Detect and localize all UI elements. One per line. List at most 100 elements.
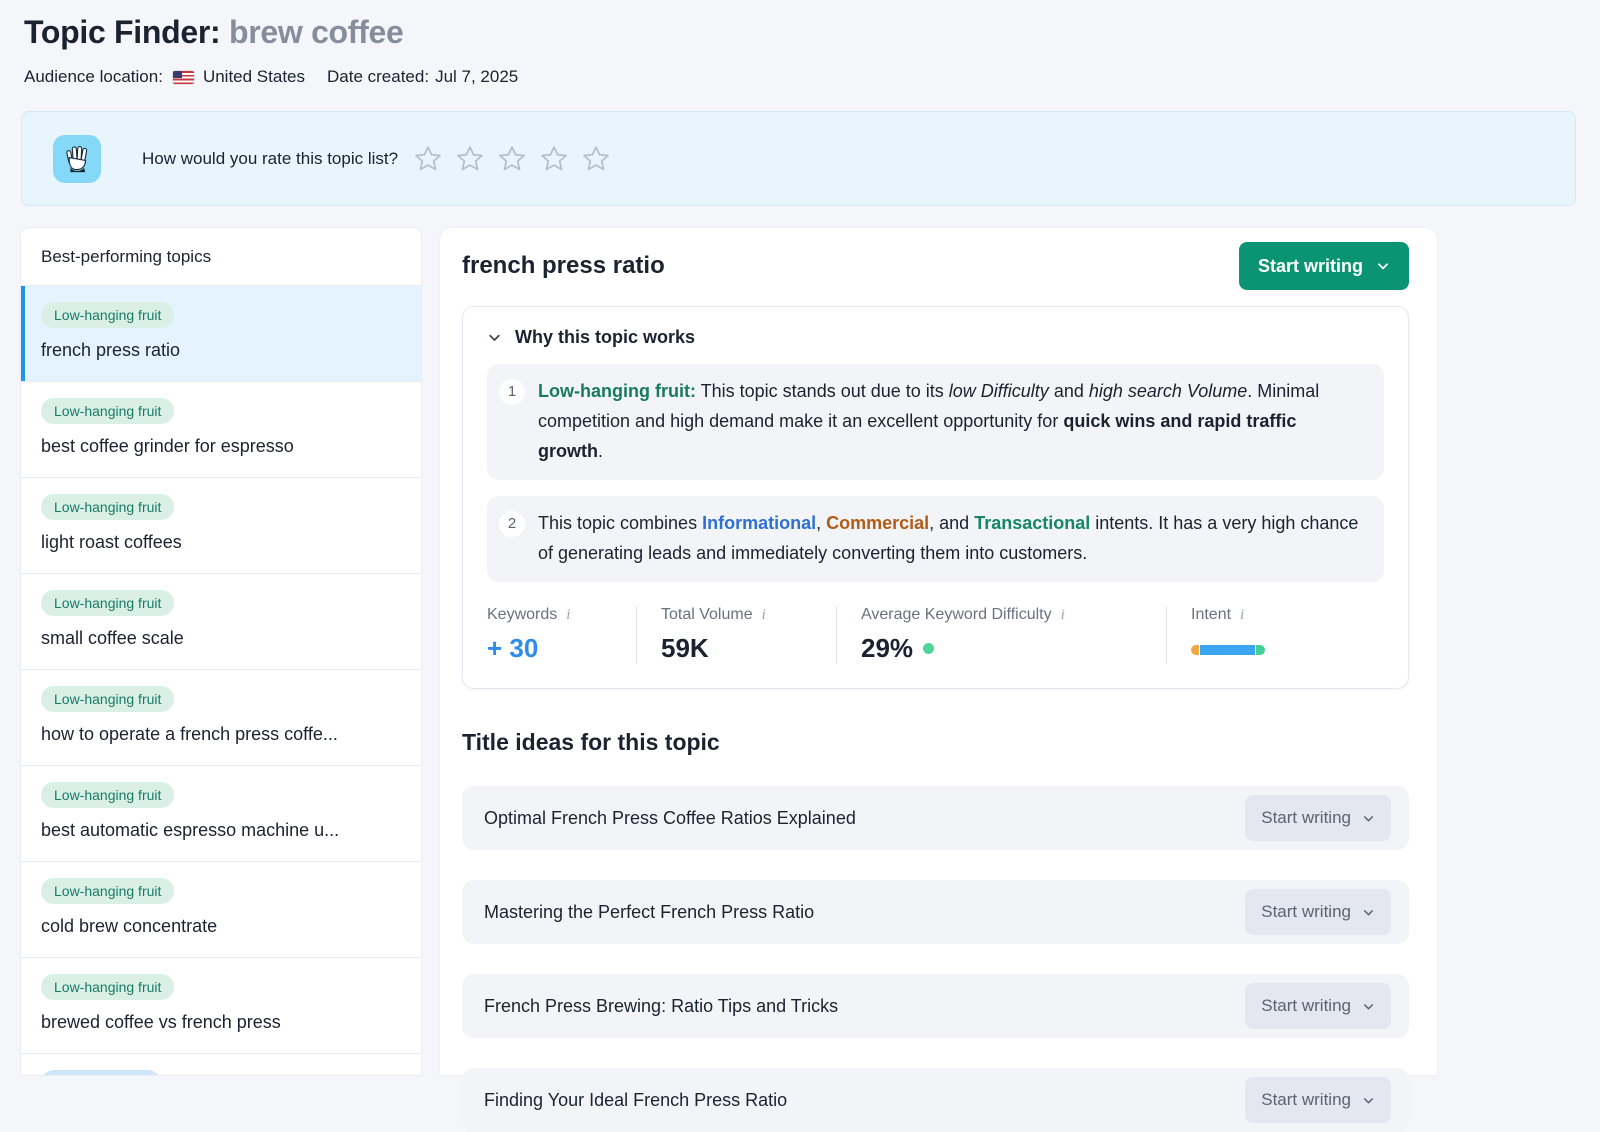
metric-keywords: Keywordsi + 30	[487, 606, 637, 664]
star-icon-1[interactable]	[413, 144, 443, 174]
sidebar-item-best-coffee-grinder[interactable]: Low-hanging fruit best coffee grinder fo…	[21, 382, 421, 478]
start-writing-idea-button[interactable]: Start writing	[1245, 889, 1391, 935]
info-icon[interactable]: i	[762, 607, 766, 624]
sidebar-item-brewed-coffee-vs-french-press[interactable]: Low-hanging fruit brewed coffee vs frenc…	[21, 958, 421, 1054]
low-hanging-fruit-badge: Low-hanging fruit	[41, 878, 174, 904]
chevron-down-icon	[1362, 812, 1375, 825]
low-hanging-fruit-badge: Low-hanging fruit	[41, 494, 174, 520]
chevron-down-icon	[1362, 1094, 1375, 1107]
partial-badge	[41, 1070, 161, 1075]
best-performing-topics-panel: Best-performing topics Low-hanging fruit…	[21, 228, 421, 1075]
title-idea-text: Mastering the Perfect French Press Ratio	[484, 902, 814, 923]
star-icon-2[interactable]	[455, 144, 485, 174]
total-volume-label: Total Volume	[661, 606, 753, 624]
point-text: This topic combines Informational, Comme…	[538, 508, 1366, 568]
start-writing-idea-button[interactable]: Start writing	[1245, 795, 1391, 841]
metric-total-volume: Total Volume i 59K	[637, 606, 837, 664]
title-idea-row: Mastering the Perfect French Press Ratio…	[462, 880, 1409, 944]
sidebar-item-best-automatic-espresso-machine[interactable]: Low-hanging fruit best automatic espress…	[21, 766, 421, 862]
difficulty-value-row: 29%	[861, 633, 1142, 664]
title-idea-row: Finding Your Ideal French Press Ratio St…	[462, 1068, 1409, 1132]
low-hanging-fruit-badge: Low-hanging fruit	[41, 686, 174, 712]
header-meta: Audience location: United States Date cr…	[24, 67, 1576, 87]
why-topic-works-header[interactable]: Why this topic works	[487, 327, 1384, 348]
title-idea-row: French Press Brewing: Ratio Tips and Tri…	[462, 974, 1409, 1038]
collapse-chevron-icon	[487, 330, 502, 345]
why-topic-works-title: Why this topic works	[515, 327, 695, 348]
low-hanging-fruit-badge: Low-hanging fruit	[41, 590, 174, 616]
topic-metrics: Keywordsi + 30 Total Volumei 59K Average…	[487, 606, 1384, 664]
point-number: 2	[499, 511, 525, 537]
difficulty-label: Average Keyword Difficulty	[861, 606, 1052, 624]
keywords-label: Keywords	[487, 606, 557, 624]
low-hanging-fruit-badge: Low-hanging fruit	[41, 974, 174, 1000]
sidebar-item-label: best coffee grinder for espresso	[41, 436, 401, 457]
low-hanging-fruit-badge: Low-hanging fruit	[41, 782, 174, 808]
rating-question: How would you rate this topic list?	[142, 149, 398, 169]
start-writing-button[interactable]: Start writing	[1239, 242, 1409, 290]
difficulty-value: 29%	[861, 633, 913, 664]
sidebar-item-how-to-operate-french-press[interactable]: Low-hanging fruit how to operate a frenc…	[21, 670, 421, 766]
start-writing-label: Start writing	[1261, 902, 1351, 922]
intent-segment-commercial	[1191, 645, 1199, 655]
info-icon[interactable]: i	[1240, 607, 1244, 624]
audience-location-value: United States	[203, 67, 305, 87]
date-created: Date created: Jul 7, 2025	[327, 67, 518, 87]
us-flag-icon	[173, 71, 194, 84]
metric-intent: Intenti	[1167, 606, 1265, 664]
topic-detail-header: french press ratio Start writing	[462, 242, 1409, 290]
info-icon[interactable]: i	[566, 607, 570, 624]
sidebar-title: Best-performing topics	[21, 228, 421, 286]
intent-label: Intent	[1191, 606, 1231, 624]
page-title-query: brew coffee	[229, 14, 404, 50]
sidebar-item-cold-brew-concentrate[interactable]: Low-hanging fruit cold brew concentrate	[21, 862, 421, 958]
start-writing-label: Start writing	[1261, 1090, 1351, 1110]
sidebar-item-light-roast-coffees[interactable]: Low-hanging fruit light roast coffees	[21, 478, 421, 574]
why-point-2: 2 This topic combines Informational, Com…	[487, 496, 1384, 582]
intent-segment-transactional	[1256, 645, 1265, 655]
point-number: 1	[499, 379, 525, 405]
title-idea-text: French Press Brewing: Ratio Tips and Tri…	[484, 996, 838, 1017]
sidebar-item-label: french press ratio	[41, 340, 401, 361]
content-area: Best-performing topics Low-hanging fruit…	[21, 228, 1600, 1075]
start-writing-label: Start writing	[1261, 808, 1351, 828]
rating-stars	[413, 144, 611, 174]
total-volume-value: 59K	[661, 633, 812, 664]
rating-banner: How would you rate this topic list?	[21, 111, 1576, 206]
chevron-down-icon	[1362, 1000, 1375, 1013]
title-ideas-heading: Title ideas for this topic	[462, 729, 1409, 756]
metric-keyword-difficulty: Average Keyword Difficulty i 29%	[837, 606, 1167, 664]
sidebar-item-partial[interactable]	[21, 1054, 421, 1075]
difficulty-level-dot	[923, 643, 934, 654]
sidebar-item-label: brewed coffee vs french press	[41, 1012, 401, 1033]
chevron-down-icon	[1376, 259, 1390, 273]
low-hanging-fruit-badge: Low-hanging fruit	[41, 302, 174, 328]
star-icon-5[interactable]	[581, 144, 611, 174]
title-idea-row: Optimal French Press Coffee Ratios Expla…	[462, 786, 1409, 850]
page-title: Topic Finder: brew coffee	[24, 14, 1576, 51]
star-icon-3[interactable]	[497, 144, 527, 174]
point-text: Low-hanging fruit: This topic stands out…	[538, 376, 1366, 466]
low-hanging-fruit-badge: Low-hanging fruit	[41, 398, 174, 424]
info-icon[interactable]: i	[1061, 607, 1065, 624]
chevron-down-icon	[1362, 906, 1375, 919]
sidebar-item-label: best automatic espresso machine u...	[41, 820, 401, 841]
date-created-label: Date created:	[327, 67, 429, 87]
intent-segment-informational	[1200, 645, 1255, 655]
intent-distribution-bar	[1191, 645, 1265, 655]
raised-hand-icon	[53, 135, 101, 183]
page-title-prefix: Topic Finder:	[24, 14, 229, 50]
sidebar-item-label: light roast coffees	[41, 532, 401, 553]
why-topic-works-card: Why this topic works 1 Low-hanging fruit…	[462, 306, 1409, 689]
sidebar-item-small-coffee-scale[interactable]: Low-hanging fruit small coffee scale	[21, 574, 421, 670]
star-icon-4[interactable]	[539, 144, 569, 174]
sidebar-item-label: how to operate a french press coffe...	[41, 724, 401, 745]
page-header: Topic Finder: brew coffee Audience locat…	[0, 0, 1600, 87]
topic-title: french press ratio	[462, 252, 665, 280]
title-idea-text: Finding Your Ideal French Press Ratio	[484, 1090, 787, 1111]
sidebar-item-french-press-ratio[interactable]: Low-hanging fruit french press ratio	[21, 286, 421, 382]
date-created-value: Jul 7, 2025	[435, 67, 518, 87]
start-writing-idea-button[interactable]: Start writing	[1245, 1077, 1391, 1123]
start-writing-idea-button[interactable]: Start writing	[1245, 983, 1391, 1029]
start-writing-label: Start writing	[1258, 256, 1363, 277]
